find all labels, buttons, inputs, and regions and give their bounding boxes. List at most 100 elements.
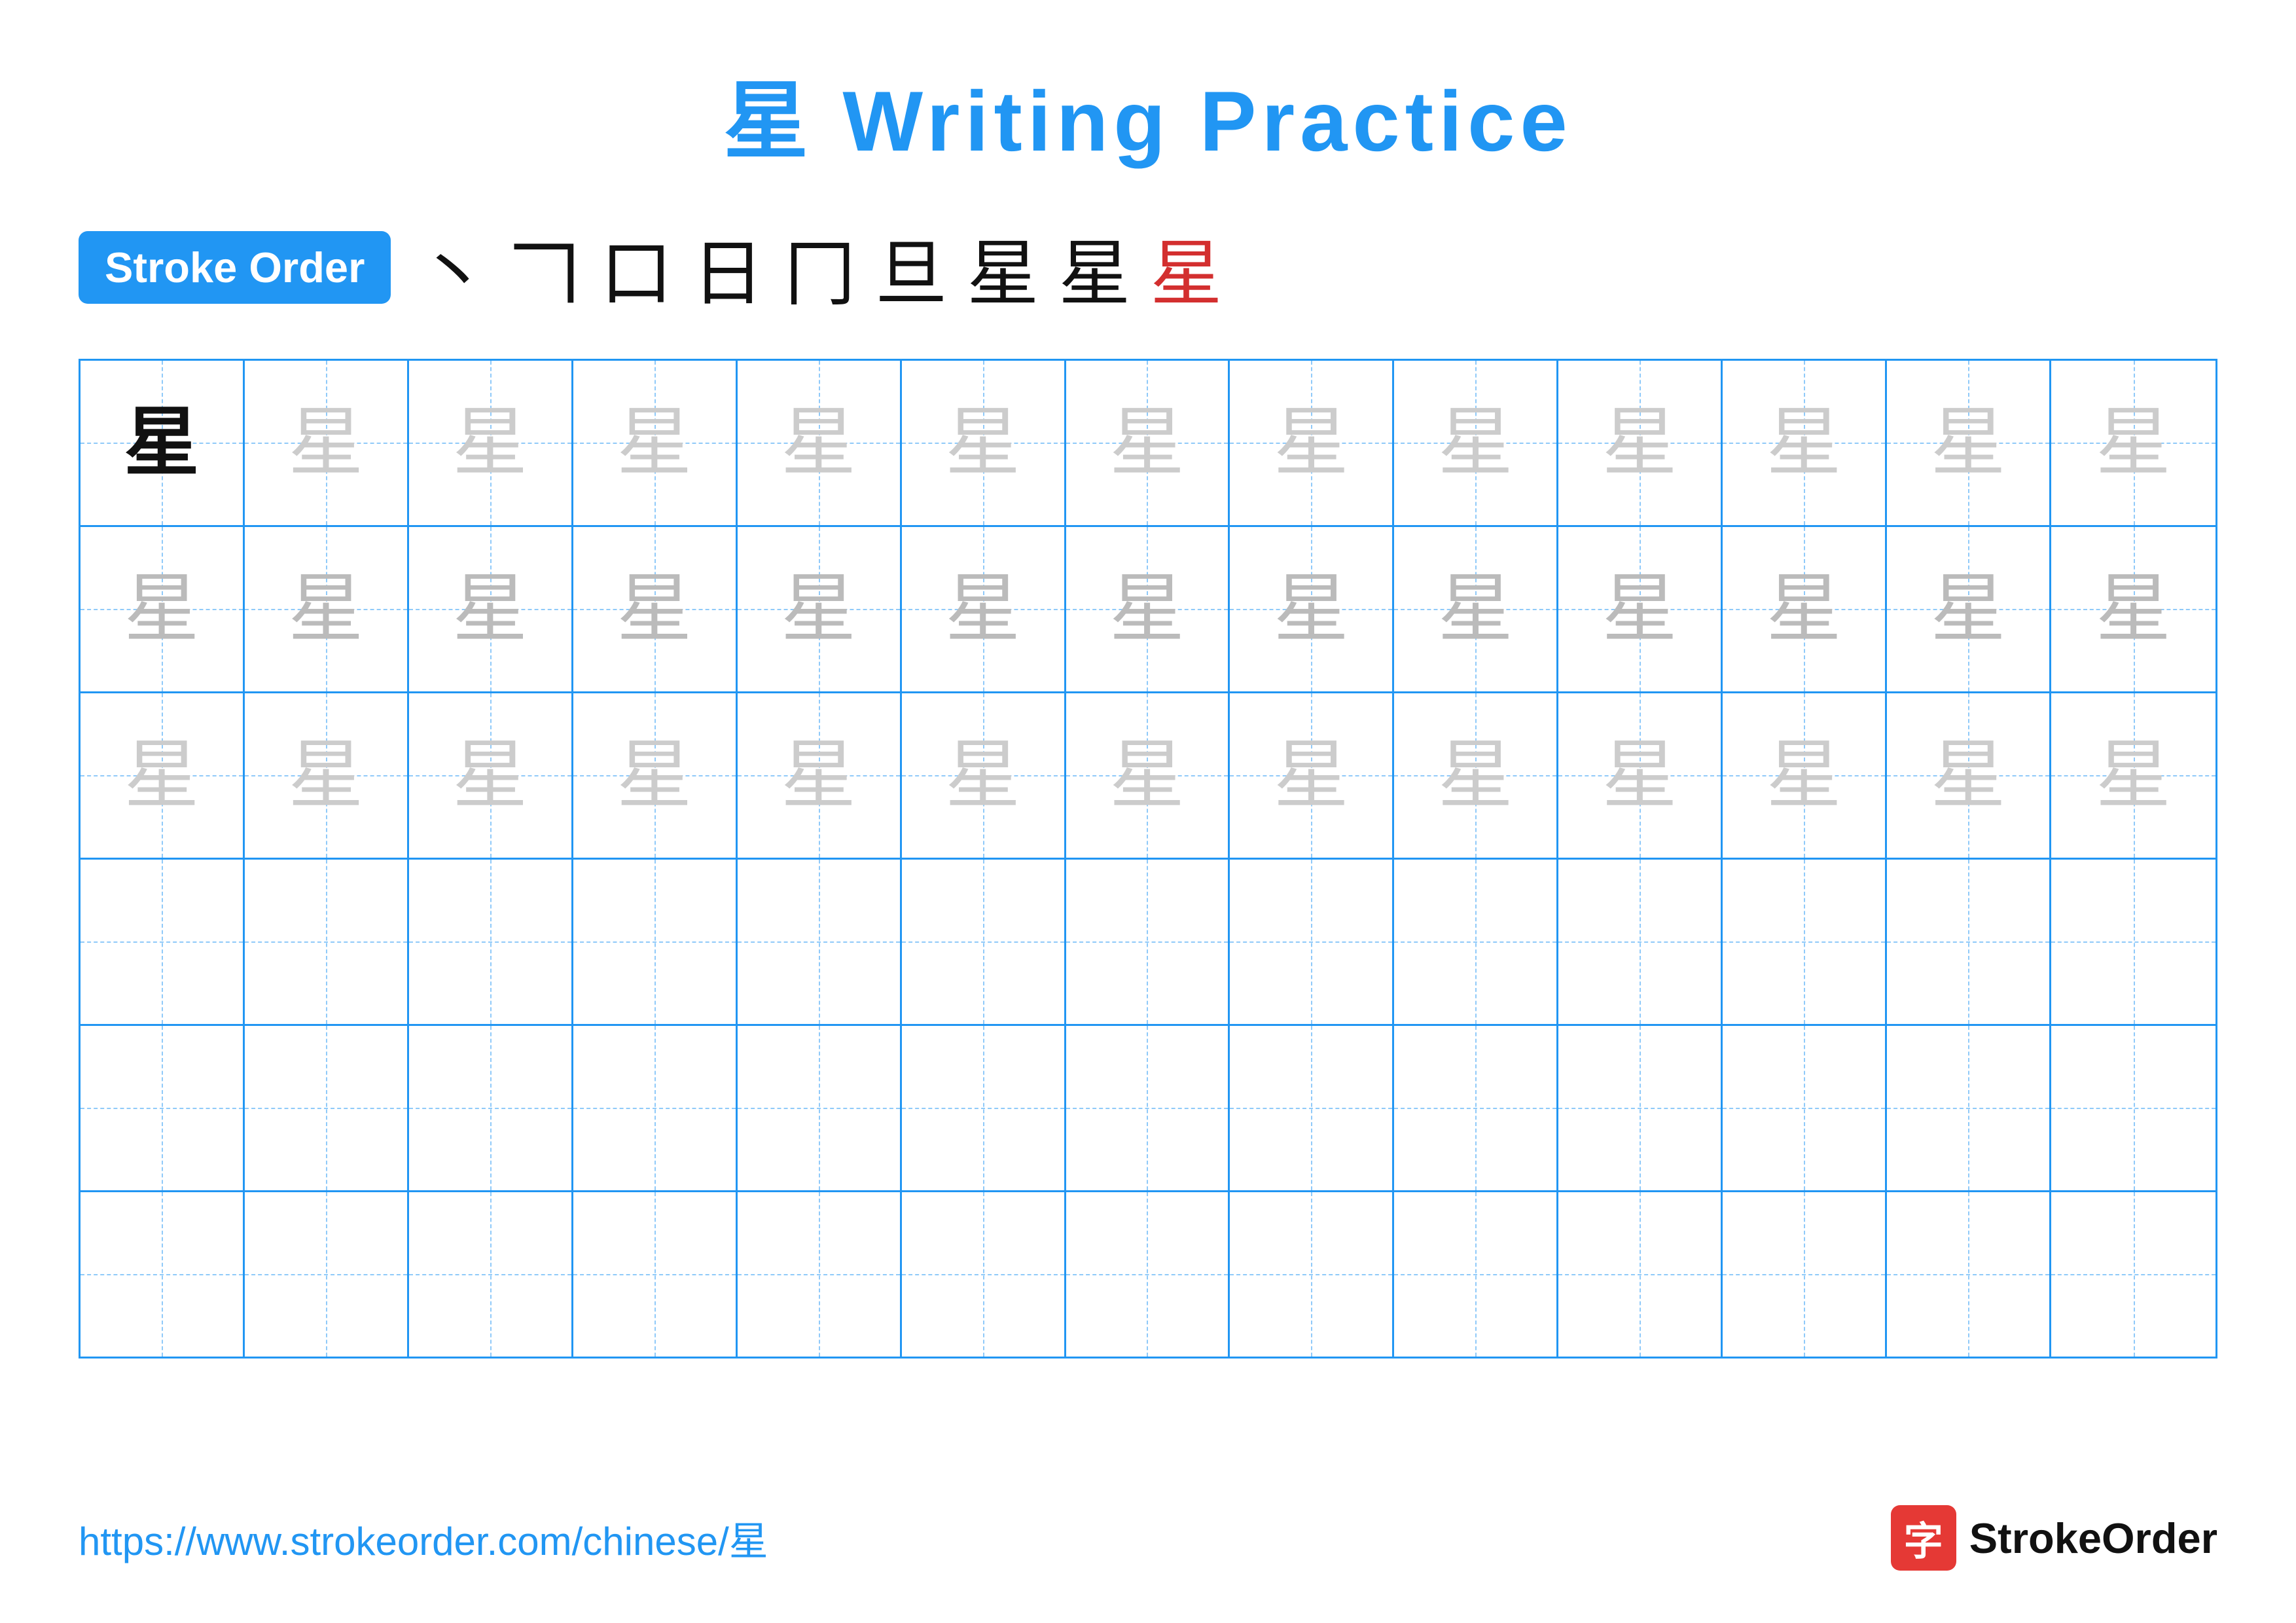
grid-cell-1-5[interactable]: 星 xyxy=(738,361,902,525)
grid-cell-1-10[interactable]: 星 xyxy=(1558,361,1723,525)
grid-cell-6-8[interactable] xyxy=(1230,1192,1394,1357)
grid-cell-2-4[interactable]: 星 xyxy=(573,527,738,691)
grid-row-4 xyxy=(81,860,2215,1026)
grid-cell-5-4[interactable] xyxy=(573,1026,738,1190)
grid-cell-3-7[interactable]: 星 xyxy=(1066,693,1230,858)
grid-cell-4-7[interactable] xyxy=(1066,860,1230,1024)
grid-cell-2-1[interactable]: 星 xyxy=(81,527,245,691)
grid-cell-2-5[interactable]: 星 xyxy=(738,527,902,691)
grid-cell-5-1[interactable] xyxy=(81,1026,245,1190)
grid-cell-4-11[interactable] xyxy=(1723,860,1887,1024)
grid-cell-6-11[interactable] xyxy=(1723,1192,1887,1357)
grid-cell-3-10[interactable]: 星 xyxy=(1558,693,1723,858)
grid-cell-3-3[interactable]: 星 xyxy=(409,693,573,858)
grid-cell-3-9[interactable]: 星 xyxy=(1394,693,1558,858)
char-guide: 星 xyxy=(781,738,856,813)
grid-cell-5-5[interactable] xyxy=(738,1026,902,1190)
grid-cell-6-6[interactable] xyxy=(902,1192,1066,1357)
grid-cell-3-12[interactable]: 星 xyxy=(1887,693,2051,858)
grid-cell-5-7[interactable] xyxy=(1066,1026,1230,1190)
grid-cell-1-8[interactable]: 星 xyxy=(1230,361,1394,525)
grid-cell-3-8[interactable]: 星 xyxy=(1230,693,1394,858)
grid-cell-3-4[interactable]: 星 xyxy=(573,693,738,858)
grid-cell-3-13[interactable]: 星 xyxy=(2051,693,2215,858)
grid-cell-2-11[interactable]: 星 xyxy=(1723,527,1887,691)
char-guide: 星 xyxy=(781,405,856,481)
grid-cell-1-4[interactable]: 星 xyxy=(573,361,738,525)
char-guide: 星 xyxy=(124,738,199,813)
grid-cell-2-6[interactable]: 星 xyxy=(902,527,1066,691)
footer-url[interactable]: https://www.strokeorder.com/chinese/星 xyxy=(79,1510,768,1567)
grid-cell-6-9[interactable] xyxy=(1394,1192,1558,1357)
grid-cell-4-9[interactable] xyxy=(1394,860,1558,1024)
grid-cell-4-2[interactable] xyxy=(245,860,409,1024)
grid-cell-4-5[interactable] xyxy=(738,860,902,1024)
grid-cell-1-1[interactable]: 星 xyxy=(81,361,245,525)
grid-cell-2-12[interactable]: 星 xyxy=(1887,527,2051,691)
grid-cell-4-4[interactable] xyxy=(573,860,738,1024)
grid-cell-4-8[interactable] xyxy=(1230,860,1394,1024)
char-guide: 星 xyxy=(1109,405,1185,481)
stroke-2: 𠃍 xyxy=(509,215,581,319)
grid-cell-6-4[interactable] xyxy=(573,1192,738,1357)
grid-cell-4-13[interactable] xyxy=(2051,860,2215,1024)
grid-cell-6-5[interactable] xyxy=(738,1192,902,1357)
grid-cell-6-12[interactable] xyxy=(1887,1192,2051,1357)
grid-cell-6-13[interactable] xyxy=(2051,1192,2215,1357)
char-guide: 星 xyxy=(945,572,1020,647)
char-guide: 星 xyxy=(452,572,528,647)
grid-cell-3-5[interactable]: 星 xyxy=(738,693,902,858)
grid-cell-6-1[interactable] xyxy=(81,1192,245,1357)
char-guide: 星 xyxy=(1602,738,1677,813)
grid-cell-5-3[interactable] xyxy=(409,1026,573,1190)
grid-cell-5-12[interactable] xyxy=(1887,1026,2051,1190)
grid-cell-1-6[interactable]: 星 xyxy=(902,361,1066,525)
char-guide: 星 xyxy=(1931,572,2006,647)
grid-cell-3-11[interactable]: 星 xyxy=(1723,693,1887,858)
char-guide: 星 xyxy=(1602,405,1677,481)
grid-cell-4-12[interactable] xyxy=(1887,860,2051,1024)
grid-cell-3-6[interactable]: 星 xyxy=(902,693,1066,858)
grid-cell-6-2[interactable] xyxy=(245,1192,409,1357)
grid-cell-2-9[interactable]: 星 xyxy=(1394,527,1558,691)
grid-cell-1-13[interactable]: 星 xyxy=(2051,361,2215,525)
char-guide: 星 xyxy=(2096,405,2171,481)
grid-cell-5-8[interactable] xyxy=(1230,1026,1394,1190)
grid-cell-4-10[interactable] xyxy=(1558,860,1723,1024)
grid-cell-5-9[interactable] xyxy=(1394,1026,1558,1190)
grid-cell-3-1[interactable]: 星 xyxy=(81,693,245,858)
grid-cell-4-1[interactable] xyxy=(81,860,245,1024)
grid-cell-5-11[interactable] xyxy=(1723,1026,1887,1190)
grid-cell-1-12[interactable]: 星 xyxy=(1887,361,2051,525)
grid-cell-6-10[interactable] xyxy=(1558,1192,1723,1357)
grid-cell-2-7[interactable]: 星 xyxy=(1066,527,1230,691)
grid-cell-2-3[interactable]: 星 xyxy=(409,527,573,691)
char-dark: 星 xyxy=(124,405,199,481)
logo-char: 字 xyxy=(1904,1510,1943,1567)
grid-cell-5-6[interactable] xyxy=(902,1026,1066,1190)
grid-cell-2-13[interactable]: 星 xyxy=(2051,527,2215,691)
grid-cell-4-3[interactable] xyxy=(409,860,573,1024)
grid-cell-5-2[interactable] xyxy=(245,1026,409,1190)
grid-cell-1-11[interactable]: 星 xyxy=(1723,361,1887,525)
grid-cell-2-8[interactable]: 星 xyxy=(1230,527,1394,691)
grid-cell-1-7[interactable]: 星 xyxy=(1066,361,1230,525)
char-guide: 星 xyxy=(2096,738,2171,813)
grid-cell-6-3[interactable] xyxy=(409,1192,573,1357)
char-guide: 星 xyxy=(1274,572,1349,647)
grid-cell-5-13[interactable] xyxy=(2051,1026,2215,1190)
grid-cell-6-7[interactable] xyxy=(1066,1192,1230,1357)
grid-cell-4-6[interactable] xyxy=(902,860,1066,1024)
grid-cell-1-3[interactable]: 星 xyxy=(409,361,573,525)
grid-cell-5-10[interactable] xyxy=(1558,1026,1723,1190)
grid-cell-2-2[interactable]: 星 xyxy=(245,527,409,691)
char-guide: 星 xyxy=(452,738,528,813)
stroke-6: 旦 xyxy=(875,215,947,319)
grid-cell-3-2[interactable]: 星 xyxy=(245,693,409,858)
grid-cell-1-2[interactable]: 星 xyxy=(245,361,409,525)
char-guide: 星 xyxy=(1767,738,1842,813)
grid-cell-1-9[interactable]: 星 xyxy=(1394,361,1558,525)
grid-cell-2-10[interactable]: 星 xyxy=(1558,527,1723,691)
stroke-order-badge: Stroke Order xyxy=(79,231,391,304)
char-guide: 星 xyxy=(781,572,856,647)
